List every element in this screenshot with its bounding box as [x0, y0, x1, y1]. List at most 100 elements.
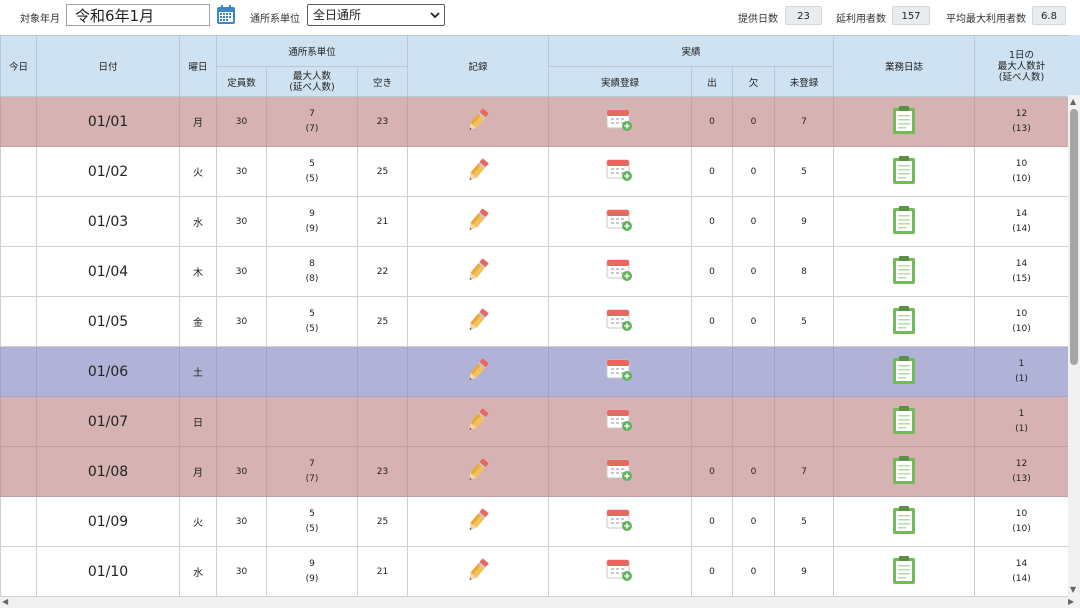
clipboard-icon[interactable] [890, 505, 918, 538]
max-people-cell: 7 (7) [266, 96, 358, 147]
pencil-icon[interactable] [464, 306, 492, 337]
header-scroll-spacer [1068, 35, 1080, 95]
day-max-cell: 10 (10) [974, 296, 1070, 347]
clipboard-icon[interactable] [890, 205, 918, 238]
today-cell [0, 446, 37, 497]
date-cell: 01/05 [36, 296, 180, 347]
results-reg-cell [548, 396, 692, 447]
day-max-value: 1 [1018, 408, 1025, 419]
vacancy-cell: 23 [357, 446, 408, 497]
header-present: 出 [691, 66, 733, 97]
dow-cell: 日 [179, 396, 217, 447]
pencil-icon[interactable] [464, 206, 492, 237]
unit-select[interactable]: 全日通所 [307, 4, 445, 26]
clipboard-icon[interactable] [890, 155, 918, 188]
unit-label: 通所系単位 [250, 14, 300, 25]
vertical-scroll-thumb[interactable] [1070, 109, 1078, 365]
pencil-icon[interactable] [464, 406, 492, 437]
capacity-cell: 30 [216, 246, 267, 297]
horizontal-scrollbar[interactable]: ◀ ▶ [0, 597, 1080, 608]
day-max-value: 10 [1015, 308, 1028, 319]
max-people-total: (7) [305, 123, 319, 134]
capacity-cell: 30 [216, 196, 267, 247]
day-max-total: (15) [1012, 273, 1031, 284]
record-cell [407, 396, 549, 447]
capacity-cell: 30 [216, 96, 267, 147]
results-reg-cell [548, 246, 692, 297]
scroll-down-arrow-icon[interactable]: ▼ [1070, 585, 1076, 595]
clipboard-icon[interactable] [890, 405, 918, 438]
calendar-icon[interactable] [214, 4, 238, 26]
pencil-icon[interactable] [464, 506, 492, 537]
pencil-icon[interactable] [464, 106, 492, 137]
record-cell [407, 146, 549, 197]
daily-log-cell [833, 546, 976, 597]
table-row: 01/07 日 1 (1) [0, 396, 1070, 447]
header-date: 日付 [36, 35, 180, 97]
max-people-cell: 9 (9) [266, 546, 358, 597]
max-people-cell: 5 (5) [266, 496, 358, 547]
day-max-cell: 1 (1) [974, 396, 1070, 447]
absent-cell: 0 [732, 446, 775, 497]
present-cell [691, 396, 733, 447]
unregistered-cell: 5 [773, 296, 835, 347]
scroll-up-arrow-icon[interactable]: ▲ [1070, 97, 1076, 107]
vacancy-cell: 23 [357, 96, 408, 147]
vacancy-cell: 21 [357, 546, 408, 597]
header-capacity: 定員数 [216, 66, 267, 97]
max-people-total: (5) [305, 323, 319, 334]
clipboard-icon[interactable] [890, 255, 918, 288]
pencil-icon[interactable] [464, 156, 492, 187]
calendar-add-icon[interactable] [606, 457, 634, 486]
month-label: 対象年月 [20, 14, 60, 25]
date-cell: 01/01 [36, 96, 180, 147]
clipboard-icon[interactable] [890, 455, 918, 488]
day-max-total: (1) [1015, 373, 1028, 384]
absent-cell: 0 [732, 246, 775, 297]
dow-cell: 月 [179, 446, 217, 497]
pencil-icon[interactable] [464, 556, 492, 587]
schedule-table: 今日 日付 曜日 通所系単位 記録 実績 業務日誌 1日の 最大人数計 (延べ人… [0, 35, 1070, 597]
calendar-add-icon[interactable] [606, 107, 634, 136]
calendar-add-icon[interactable] [606, 307, 634, 336]
day-max-value: 10 [1015, 158, 1028, 169]
pencil-icon[interactable] [464, 356, 492, 387]
today-cell [0, 146, 37, 197]
max-people-value: 7 [309, 458, 315, 469]
max-people-total: (9) [305, 223, 319, 234]
calendar-add-icon[interactable] [606, 557, 634, 586]
calendar-add-icon[interactable] [606, 207, 634, 236]
daily-log-cell [833, 496, 976, 547]
clipboard-icon[interactable] [890, 555, 918, 588]
clipboard-icon[interactable] [890, 355, 918, 388]
pencil-icon[interactable] [464, 456, 492, 487]
calendar-add-icon[interactable] [606, 357, 634, 386]
today-cell [0, 196, 37, 247]
header-max-people-line2: (延べ人数) [289, 81, 335, 93]
header-vacancy: 空き [357, 66, 408, 97]
day-max-total: (10) [1012, 523, 1031, 534]
day-max-value: 1 [1018, 358, 1025, 369]
present-cell: 0 [691, 546, 733, 597]
max-people-value: 7 [309, 108, 315, 119]
calendar-add-icon[interactable] [606, 157, 634, 186]
clipboard-icon[interactable] [890, 305, 918, 338]
clipboard-icon[interactable] [890, 105, 918, 138]
today-cell [0, 546, 37, 597]
provided-days-label: 提供日数 [738, 14, 778, 25]
daily-log-cell [833, 346, 976, 397]
vertical-scrollbar[interactable]: ▲ ▼ [1068, 95, 1080, 597]
calendar-add-icon[interactable] [606, 507, 634, 536]
calendar-add-icon[interactable] [606, 257, 634, 286]
table-row: 01/09 火 30 5 (5) 25 0 0 5 10 (10) [0, 496, 1070, 547]
month-input[interactable]: 令和6年1月 [66, 4, 210, 26]
vacancy-cell [357, 396, 408, 447]
max-people-value: 9 [309, 208, 315, 219]
scroll-right-arrow-icon[interactable]: ▶ [1068, 597, 1074, 607]
unit-select-value: 全日通所 [313, 8, 362, 22]
header-unregistered: 未登録 [773, 66, 835, 97]
avg-max-value: 6.8 [1032, 6, 1066, 25]
pencil-icon[interactable] [464, 256, 492, 287]
calendar-add-icon[interactable] [606, 407, 634, 436]
scroll-left-arrow-icon[interactable]: ◀ [2, 597, 8, 607]
